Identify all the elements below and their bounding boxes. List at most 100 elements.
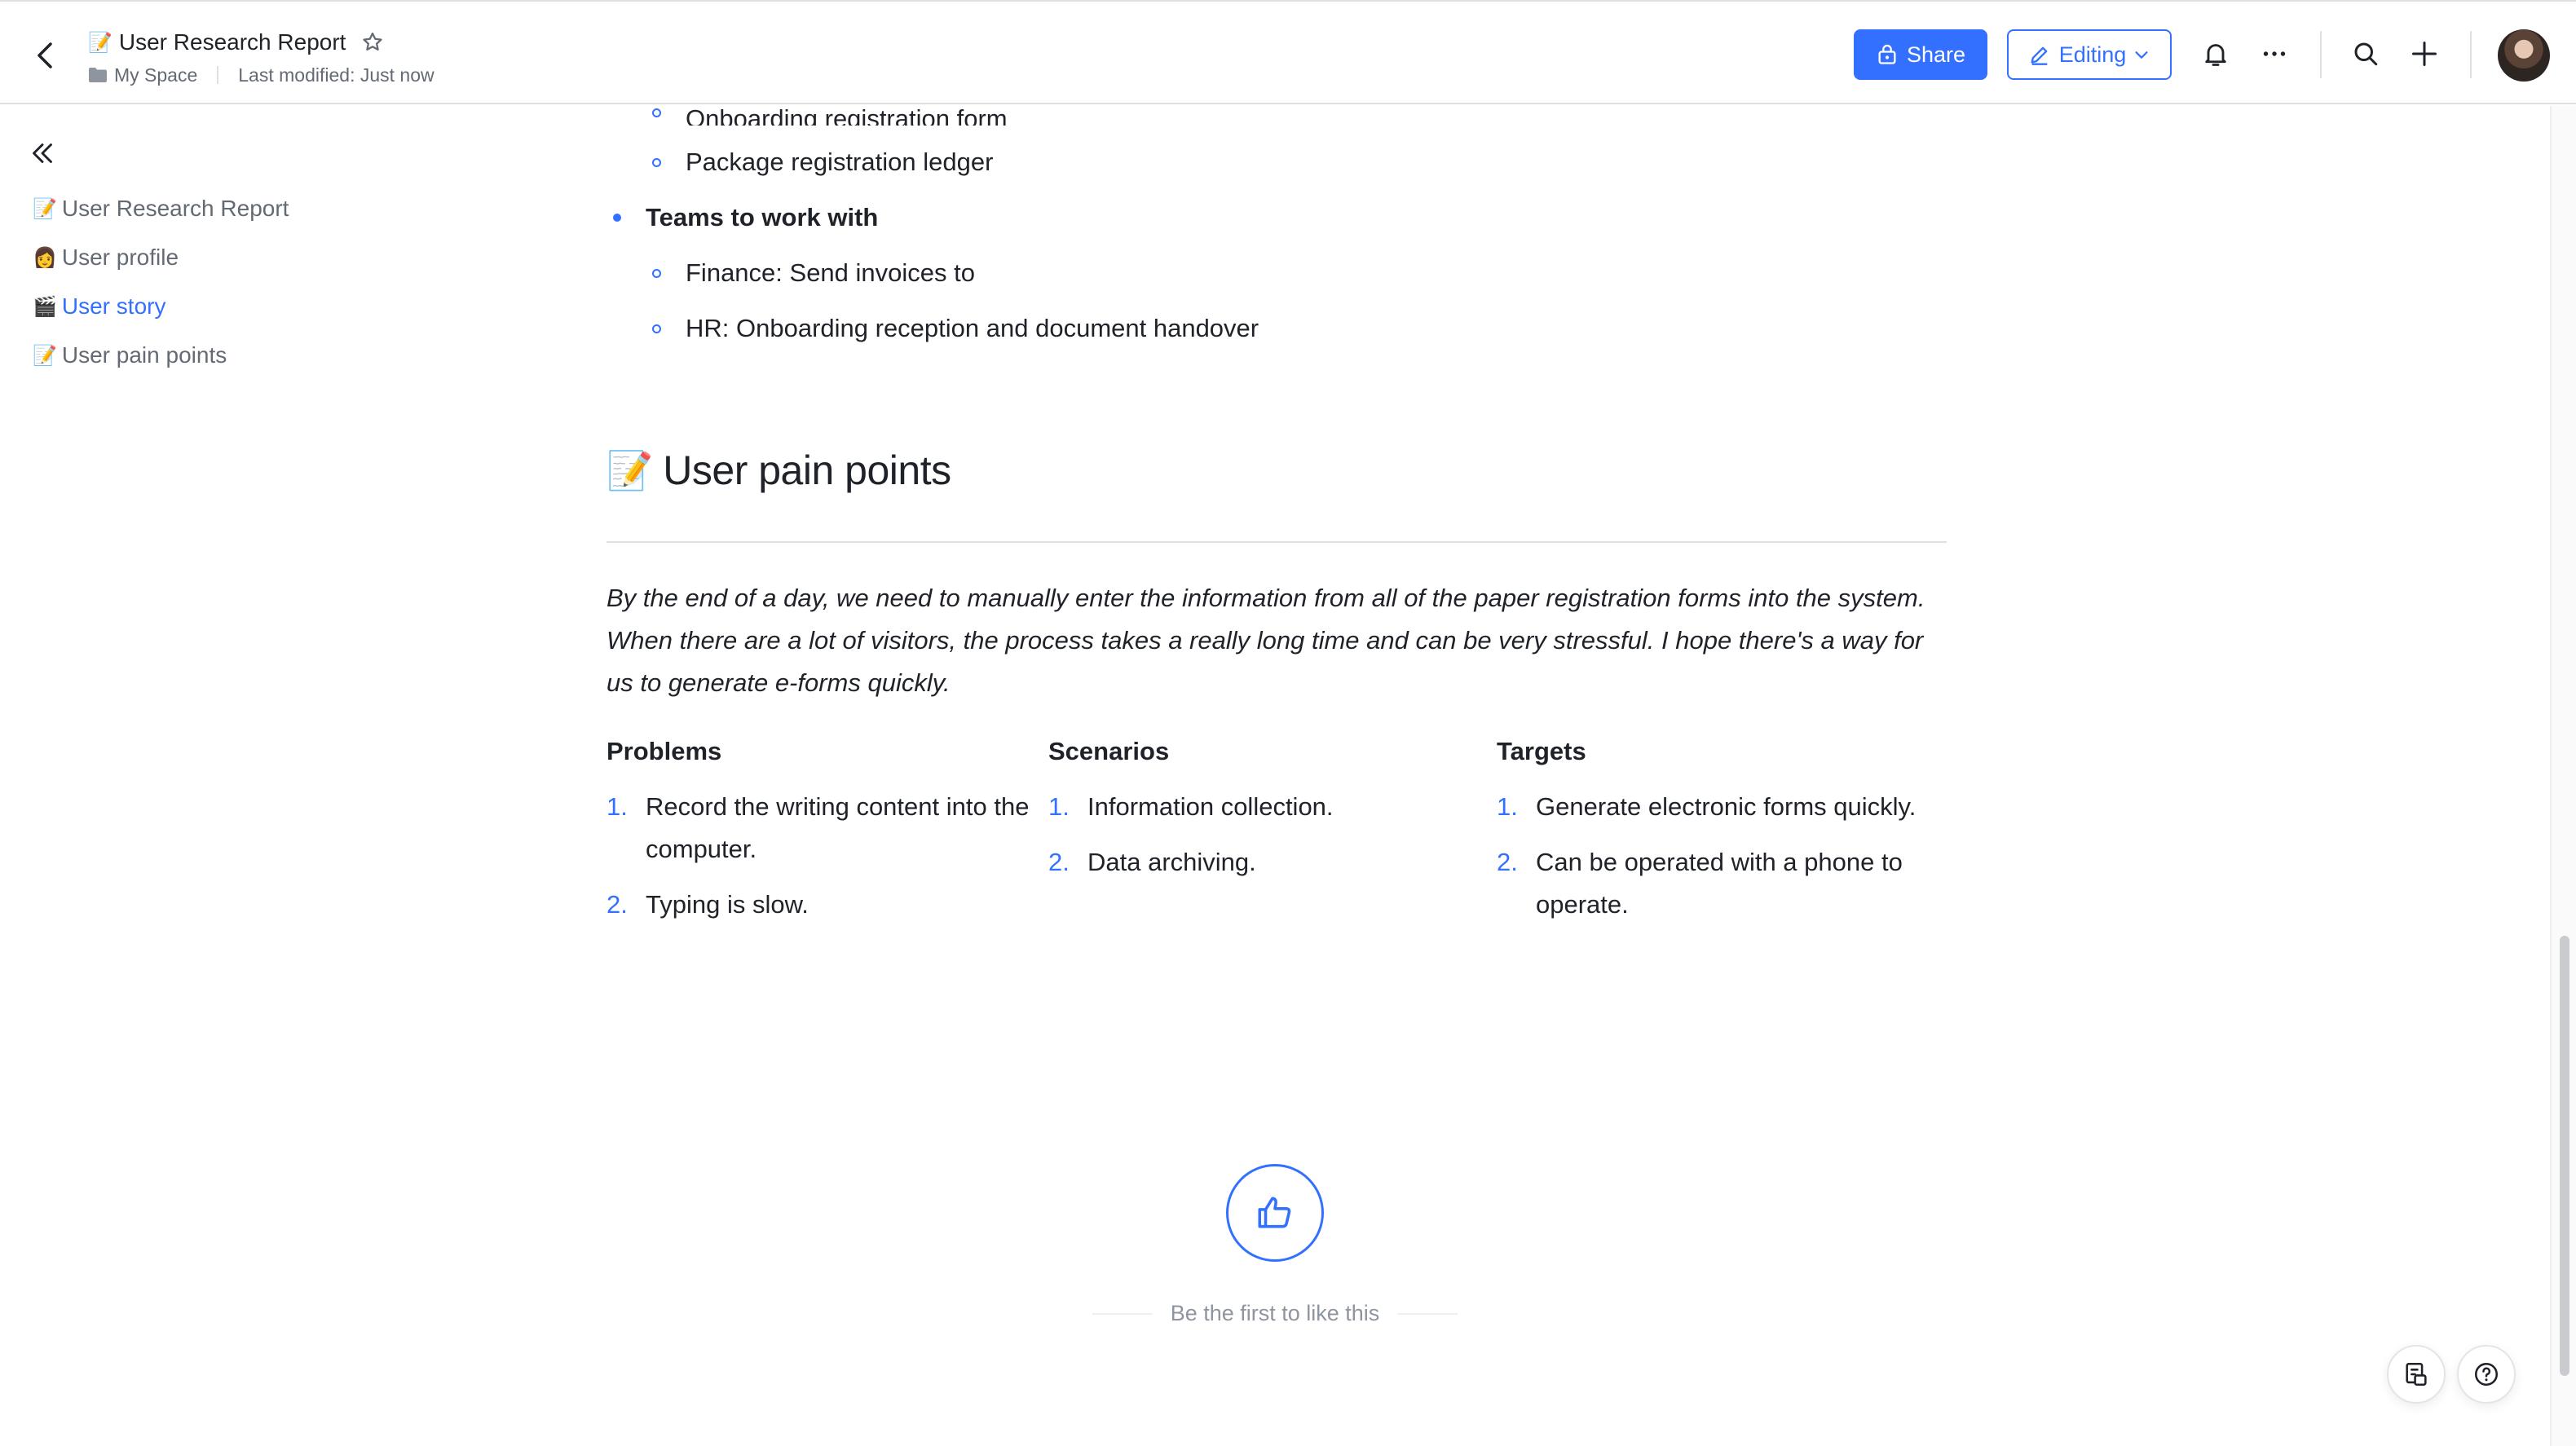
list-item[interactable]: Teams to work with [613, 199, 878, 236]
bullet-icon [652, 157, 661, 167]
share-label: Share [1906, 42, 1966, 67]
top-bar: 📝 User Research Report My Space Last mod… [0, 0, 2576, 104]
header-divider [2470, 31, 2472, 78]
clapper-board-icon: 🎬 [33, 295, 57, 318]
lock-share-icon [1878, 44, 1896, 64]
editing-mode-button[interactable]: Editing [2007, 29, 2172, 80]
memo-icon: 📝 [607, 448, 654, 492]
list-item[interactable]: 1. Record the writing content into the co… [607, 786, 1030, 871]
woman-icon: 👩 [33, 246, 57, 269]
memo-icon: 📝 [33, 344, 57, 367]
bullet-icon [652, 108, 661, 117]
header-divider [2320, 31, 2322, 78]
column-scenarios: Scenarios 1. Information collection. 2. Da… [1048, 730, 1472, 897]
list-item[interactable]: Finance: Send invoices to [652, 254, 975, 292]
create-button[interactable] [2408, 37, 2441, 70]
star-icon[interactable] [360, 30, 385, 55]
bell-icon [2205, 44, 2226, 66]
caption-line [1397, 1312, 1458, 1315]
outline-item-user-profile[interactable]: 👩 User profile [33, 233, 522, 282]
thumbs-up-icon [1258, 1197, 1291, 1228]
list-item[interactable]: 1. Generate electronic forms quickly. [1497, 786, 1953, 828]
back-button[interactable] [29, 37, 62, 73]
outline-item-label: User profile [61, 245, 179, 270]
share-button[interactable]: Share [1854, 29, 1987, 80]
list-item[interactable]: Onboarding registration form [652, 88, 1008, 126]
chevron-down-icon [2135, 51, 2148, 59]
user-avatar[interactable] [2498, 29, 2550, 82]
more-horizontal-icon [2263, 51, 2286, 56]
list-item[interactable]: 2. Can be operated with a phone to operat… [1497, 841, 1953, 926]
memo-icon: 📝 [88, 31, 112, 54]
list-number: 2. [1048, 848, 1070, 876]
bullet-icon [652, 268, 661, 278]
doc-meta: My Space Last modified: Just now [88, 62, 434, 88]
numbered-list: 1. Information collection. 2. Data archivi… [1048, 786, 1472, 884]
list-item-text: Typing is slow. [646, 890, 809, 919]
section-heading[interactable]: 📝 User pain points [607, 447, 951, 494]
outline-item-label: User pain points [61, 342, 227, 368]
list-number: 1. [607, 792, 628, 821]
last-modified: Last modified: Just now [238, 64, 434, 86]
numbered-list: 1. Generate electronic forms quickly. 2. C… [1497, 786, 1953, 926]
editing-label: Editing [2058, 42, 2127, 67]
column-heading: Problems [607, 737, 722, 765]
list-item-text: Generate electronic forms quickly. [1536, 792, 1917, 821]
list-item[interactable]: Package registration ledger [652, 143, 993, 181]
document-comment-icon [2406, 1362, 2427, 1386]
scrollbar-thumb[interactable] [2560, 936, 2569, 1376]
list-item[interactable]: 1. Information collection. [1048, 786, 1472, 828]
list-number: 2. [1497, 848, 1518, 876]
bullet-icon [652, 324, 661, 333]
column-heading: Scenarios [1048, 737, 1170, 765]
app-window: 📝 User Research Report My Space Last mod… [0, 0, 2576, 1446]
folder-icon [89, 68, 107, 82]
collapse-outline-button[interactable] [28, 139, 57, 168]
memo-icon: 📝 [33, 197, 57, 220]
plus-icon [2412, 42, 2437, 66]
notifications-button[interactable] [2199, 37, 2232, 70]
list-item[interactable]: 2. Data archiving. [1048, 841, 1472, 884]
list-item-text: Onboarding registration form [686, 104, 1008, 126]
double-chevron-left-icon [33, 143, 52, 163]
like-button[interactable] [1226, 1164, 1324, 1262]
like-caption: Be the first to like this [1092, 1301, 1458, 1326]
list-number: 1. [1048, 792, 1070, 821]
outline-item-user-pain-points[interactable]: 📝 User pain points [33, 331, 522, 380]
caption-line [1092, 1312, 1153, 1315]
pencil-icon [2031, 46, 2048, 65]
document-outline: 📝 User Research Report 👩 User profile 🎬 … [33, 184, 522, 380]
quote-paragraph[interactable]: By the end of a day, we need to manually… [607, 577, 1947, 704]
doc-title[interactable]: User Research Report [119, 29, 346, 55]
list-item[interactable]: HR: Onboarding reception and document ha… [652, 310, 1259, 347]
numbered-list: 1. Record the writing content into the co… [607, 786, 1030, 926]
help-circle-icon [2474, 1362, 2499, 1386]
list-item-text: Data archiving. [1087, 848, 1256, 876]
section-title: User pain points [663, 447, 951, 493]
chevron-left-icon [37, 42, 52, 68]
outline-item-user-research-report[interactable]: 📝 User Research Report [33, 184, 522, 233]
list-item-text: HR: Onboarding reception and document ha… [686, 314, 1259, 342]
search-icon [2354, 42, 2378, 66]
list-item[interactable]: 2. Typing is slow. [607, 884, 1030, 926]
outline-item-label: User Research Report [61, 196, 289, 221]
list-item-text: Record the writing content into the comp… [646, 792, 1030, 863]
more-button[interactable] [2258, 37, 2291, 70]
bullet-icon [613, 214, 621, 222]
help-button[interactable] [2457, 1345, 2516, 1404]
breadcrumb-space[interactable]: My Space [114, 64, 197, 86]
comments-panel-button[interactable] [2387, 1345, 2446, 1404]
list-item-text: Finance: Send invoices to [686, 258, 975, 287]
list-number: 2. [607, 890, 628, 919]
section-divider [607, 541, 1947, 543]
outline-item-user-story[interactable]: 🎬 User story [33, 282, 522, 331]
search-button[interactable] [2349, 37, 2382, 70]
list-item-text: Package registration ledger [686, 148, 994, 176]
list-item-text: Teams to work with [646, 203, 879, 231]
like-caption-text: Be the first to like this [1170, 1301, 1380, 1325]
outline-item-label: User story [61, 293, 166, 319]
list-number: 1. [1497, 792, 1518, 821]
column-problems: Problems 1. Record the writing content in… [607, 730, 1030, 939]
list-item-text: Information collection. [1087, 792, 1334, 821]
meta-divider [217, 66, 219, 84]
